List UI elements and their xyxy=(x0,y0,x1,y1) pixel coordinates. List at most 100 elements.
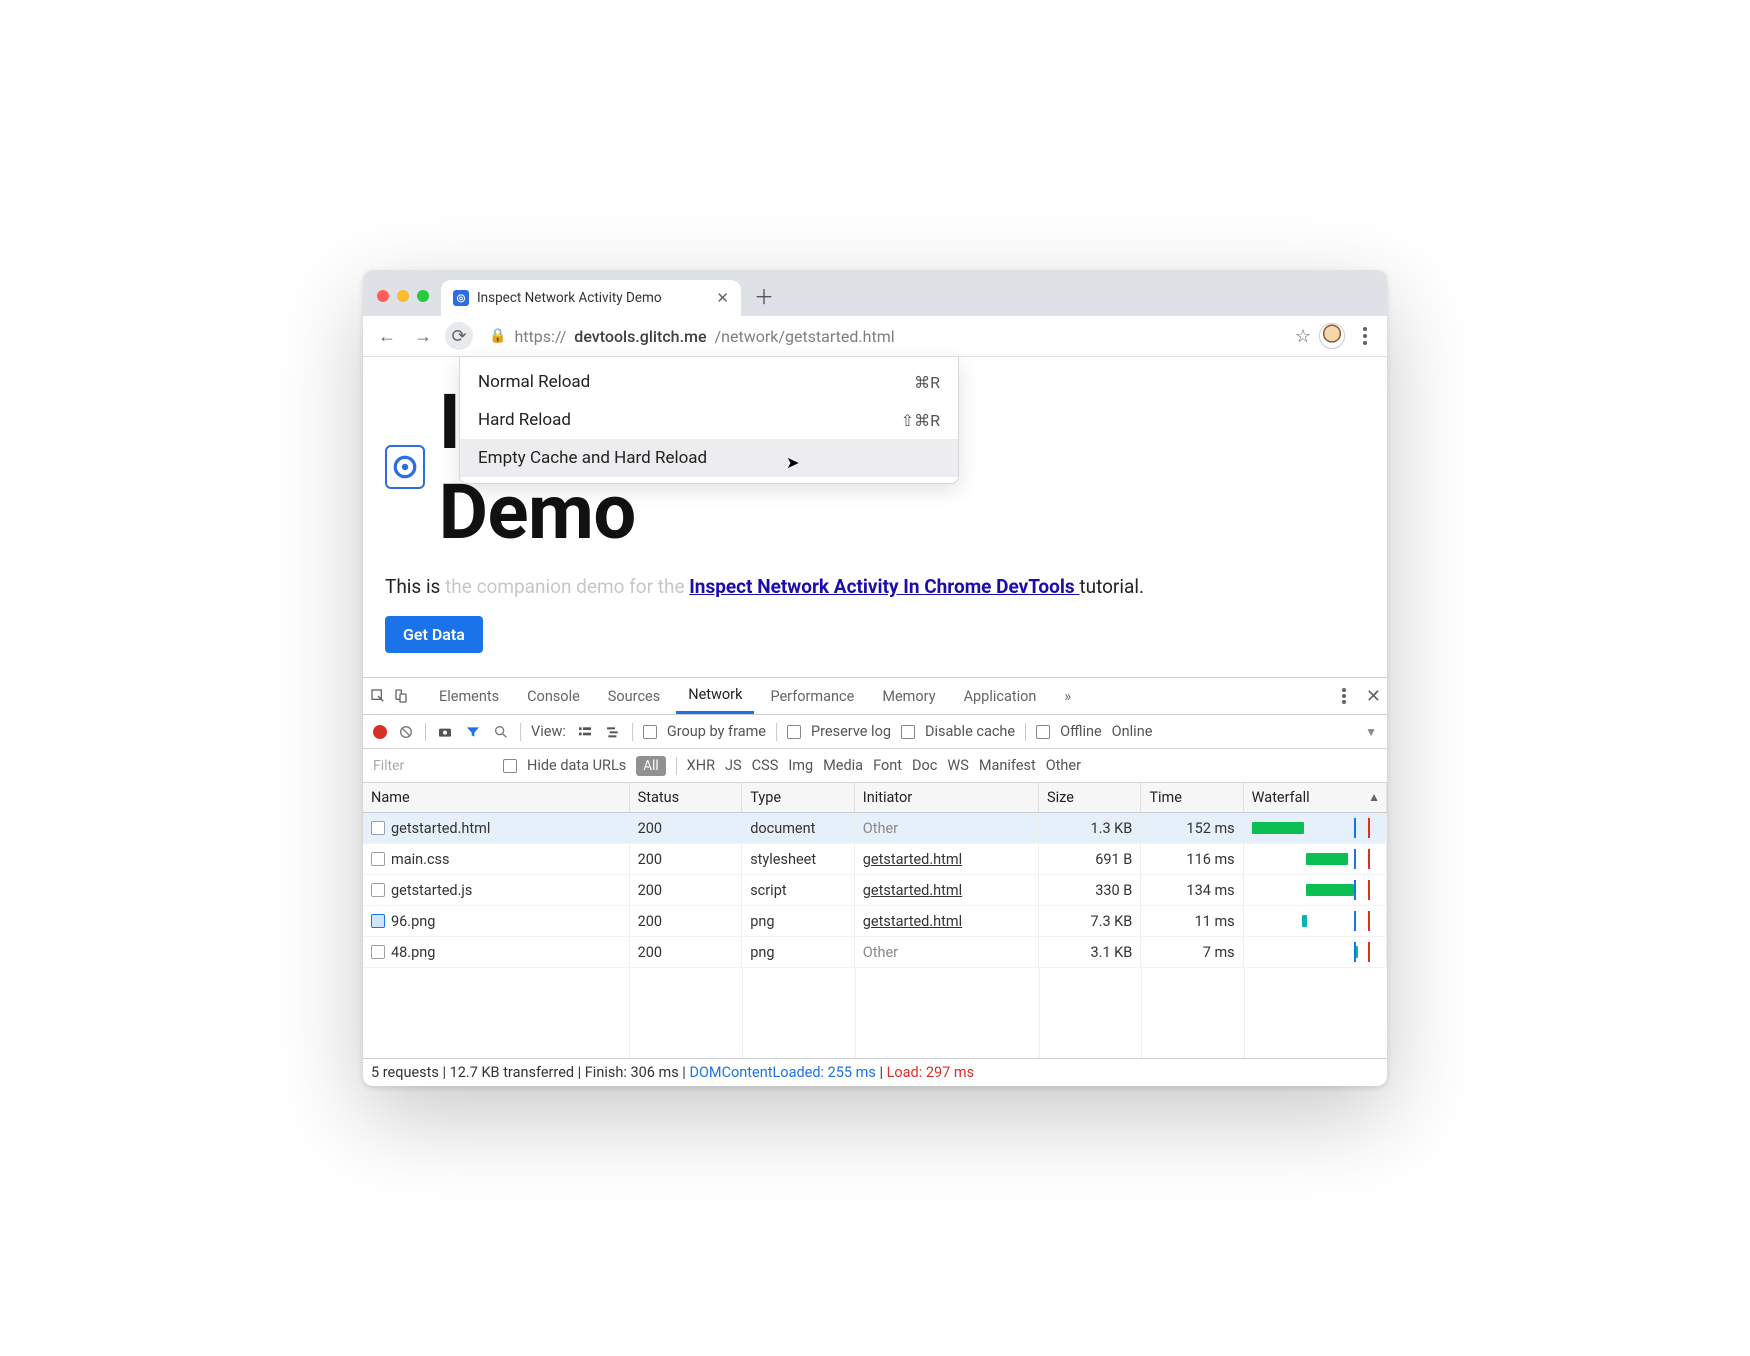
url-host: devtools.glitch.me xyxy=(574,327,706,346)
disable-cache-checkbox[interactable] xyxy=(901,725,915,739)
reload-button[interactable]: ⟳ xyxy=(445,322,473,350)
tab-sources[interactable]: Sources xyxy=(596,680,672,713)
status-transferred: 12.7 KB transferred xyxy=(450,1064,574,1081)
filter-all[interactable]: All xyxy=(636,756,665,776)
tab-network[interactable]: Network xyxy=(676,678,754,714)
sort-asc-icon: ▲ xyxy=(1368,790,1380,804)
filter-manifest[interactable]: Manifest xyxy=(979,757,1036,774)
titlebar: ◎ Inspect Network Activity Demo ✕ ＋ xyxy=(363,270,1387,316)
col-initiator[interactable]: Initiator xyxy=(854,783,1038,813)
table-row[interactable]: main.css200stylesheetgetstarted.html691 … xyxy=(363,844,1387,875)
initiator-link[interactable]: getstarted.html xyxy=(863,851,962,868)
col-size[interactable]: Size xyxy=(1038,783,1140,813)
filter-other[interactable]: Other xyxy=(1046,757,1081,774)
cell-waterfall xyxy=(1243,906,1386,937)
cell-initiator: getstarted.html xyxy=(854,906,1038,937)
desc-suffix: tutorial. xyxy=(1079,575,1144,598)
devtools-close-icon[interactable]: ✕ xyxy=(1366,686,1381,707)
cell-time: 7 ms xyxy=(1141,937,1243,968)
tab-performance[interactable]: Performance xyxy=(758,680,866,713)
col-time[interactable]: Time xyxy=(1141,783,1243,813)
group-by-frame-checkbox[interactable] xyxy=(643,725,657,739)
zoom-window-icon[interactable] xyxy=(417,290,429,302)
tab-close-icon[interactable]: ✕ xyxy=(716,289,729,307)
menu-label: Empty Cache and Hard Reload xyxy=(478,448,707,468)
cell-waterfall xyxy=(1243,875,1386,906)
initiator-link[interactable]: getstarted.html xyxy=(863,882,962,899)
device-toggle-icon[interactable] xyxy=(391,687,409,705)
table-row[interactable]: getstarted.js200scriptgetstarted.html330… xyxy=(363,875,1387,906)
disable-cache-label: Disable cache xyxy=(925,723,1015,740)
cell-status: 200 xyxy=(629,937,742,968)
inspect-element-icon[interactable] xyxy=(369,687,387,705)
table-row[interactable]: getstarted.html200documentOther1.3 KB152… xyxy=(363,813,1387,844)
get-data-button[interactable]: Get Data xyxy=(385,616,483,653)
filter-img[interactable]: Img xyxy=(788,757,813,774)
address-bar[interactable]: 🔒 https://devtools.glitch.me/network/get… xyxy=(481,323,1287,350)
cell-initiator: Other xyxy=(854,813,1038,844)
cell-time: 116 ms xyxy=(1141,844,1243,875)
url-path: /network/getstarted.html xyxy=(715,327,895,346)
browser-window: ◎ Inspect Network Activity Demo ✕ ＋ ← → … xyxy=(363,270,1387,1086)
forward-button[interactable]: → xyxy=(409,322,437,350)
new-tab-button[interactable]: ＋ xyxy=(749,280,779,310)
waterfall-view-icon[interactable] xyxy=(604,723,622,741)
screenshot-icon[interactable] xyxy=(436,723,454,741)
menu-normal-reload[interactable]: Normal Reload ⌘R xyxy=(460,363,958,401)
search-icon[interactable] xyxy=(492,723,510,741)
table-row[interactable]: 48.png200pngOther3.1 KB7 ms xyxy=(363,937,1387,968)
offline-checkbox[interactable] xyxy=(1036,725,1050,739)
close-window-icon[interactable] xyxy=(377,290,389,302)
filter-icon[interactable] xyxy=(464,723,482,741)
tab-memory[interactable]: Memory xyxy=(870,680,947,713)
filter-input[interactable]: Filter xyxy=(373,758,493,774)
network-status-bar: 5 requests | 12.7 KB transferred | Finis… xyxy=(363,1058,1387,1086)
cell-type: script xyxy=(742,875,855,906)
cell-size: 691 B xyxy=(1038,844,1140,875)
filter-font[interactable]: Font xyxy=(873,757,902,774)
filter-doc[interactable]: Doc xyxy=(912,757,937,774)
back-button[interactable]: ← xyxy=(373,322,401,350)
filter-xhr[interactable]: XHR xyxy=(687,757,715,774)
tutorial-link[interactable]: Inspect Network Activity In Chrome DevTo… xyxy=(689,575,1079,598)
view-label: View: xyxy=(531,723,566,740)
cell-waterfall xyxy=(1243,813,1386,844)
record-icon[interactable] xyxy=(373,725,387,739)
filter-media[interactable]: Media xyxy=(823,757,863,774)
chrome-menu-button[interactable] xyxy=(1353,327,1377,345)
filter-ws[interactable]: WS xyxy=(947,757,968,774)
tab-application[interactable]: Application xyxy=(952,680,1049,713)
cell-initiator: getstarted.html xyxy=(854,875,1038,906)
menu-hard-reload[interactable]: Hard Reload ⇧⌘R xyxy=(460,401,958,439)
minimize-window-icon[interactable] xyxy=(397,290,409,302)
filter-css[interactable]: CSS xyxy=(752,757,779,774)
table-row[interactable]: 96.png200pnggetstarted.html7.3 KB11 ms xyxy=(363,906,1387,937)
col-status[interactable]: Status xyxy=(629,783,742,813)
bookmark-star-icon[interactable]: ☆ xyxy=(1295,326,1311,347)
status-requests: 5 requests xyxy=(371,1064,439,1081)
cell-type: stylesheet xyxy=(742,844,855,875)
tab-console[interactable]: Console xyxy=(515,680,592,713)
menu-empty-cache-hard-reload[interactable]: Empty Cache and Hard Reload xyxy=(460,439,958,477)
col-name[interactable]: Name xyxy=(363,783,629,813)
preserve-log-checkbox[interactable] xyxy=(787,725,801,739)
clear-icon[interactable] xyxy=(397,723,415,741)
initiator-link[interactable]: getstarted.html xyxy=(863,913,962,930)
group-by-frame-label: Group by frame xyxy=(667,723,766,740)
menu-label: Hard Reload xyxy=(478,410,571,430)
cell-type: png xyxy=(742,906,855,937)
cell-status: 200 xyxy=(629,813,742,844)
filter-js[interactable]: JS xyxy=(725,757,742,774)
chevron-down-icon[interactable]: ▼ xyxy=(1365,725,1377,739)
cell-name: getstarted.html xyxy=(363,813,629,844)
col-waterfall[interactable]: Waterfall▲ xyxy=(1243,783,1386,813)
tab-elements[interactable]: Elements xyxy=(427,680,511,713)
col-type[interactable]: Type xyxy=(742,783,855,813)
large-rows-icon[interactable] xyxy=(576,723,594,741)
browser-tab[interactable]: ◎ Inspect Network Activity Demo ✕ xyxy=(441,280,741,316)
hide-data-urls-checkbox[interactable] xyxy=(503,759,517,773)
profile-avatar[interactable] xyxy=(1319,323,1345,349)
throttling-select[interactable]: Online xyxy=(1112,723,1153,740)
tabs-overflow-icon[interactable]: » xyxy=(1052,680,1083,713)
devtools-menu-icon[interactable] xyxy=(1332,688,1356,704)
